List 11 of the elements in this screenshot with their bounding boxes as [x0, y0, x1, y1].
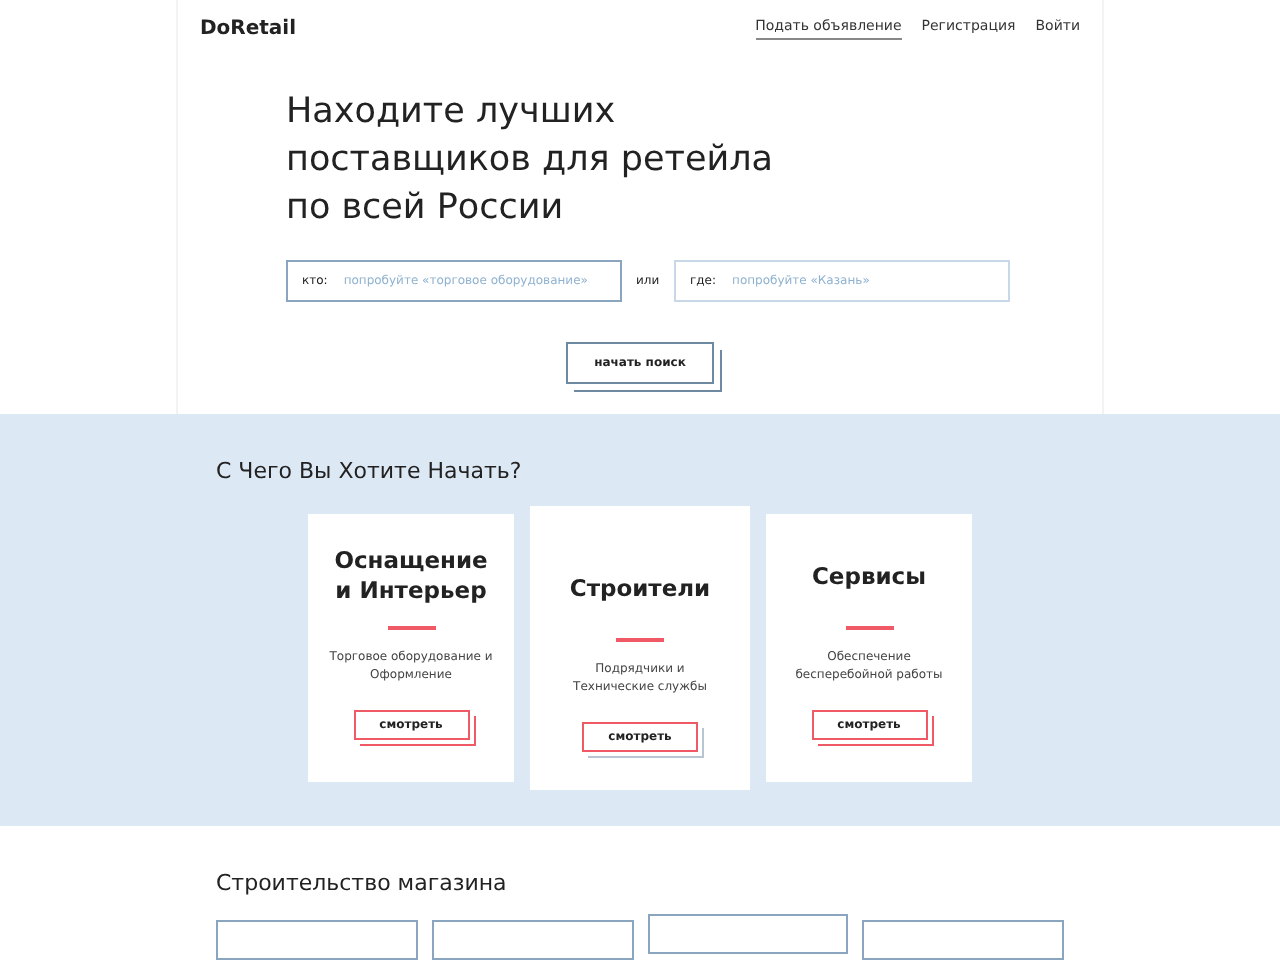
section-heading: С Чего Вы Хотите Начать? — [216, 458, 524, 485]
card-title: Оснащение и Интерьер — [332, 546, 490, 607]
store-card[interactable] — [862, 920, 1064, 960]
store-card[interactable] — [431, 920, 633, 960]
store-card[interactable] — [216, 920, 418, 960]
hero-title: Находите лучших поставщиков для ретейла по всей России — [286, 90, 776, 232]
card-title: Строители — [569, 571, 711, 606]
store-card[interactable] — [647, 914, 849, 954]
section-heading: Строительство магазина — [216, 870, 509, 896]
card-title: Сервисы — [811, 559, 927, 594]
logo: DoRetail — [200, 18, 297, 40]
